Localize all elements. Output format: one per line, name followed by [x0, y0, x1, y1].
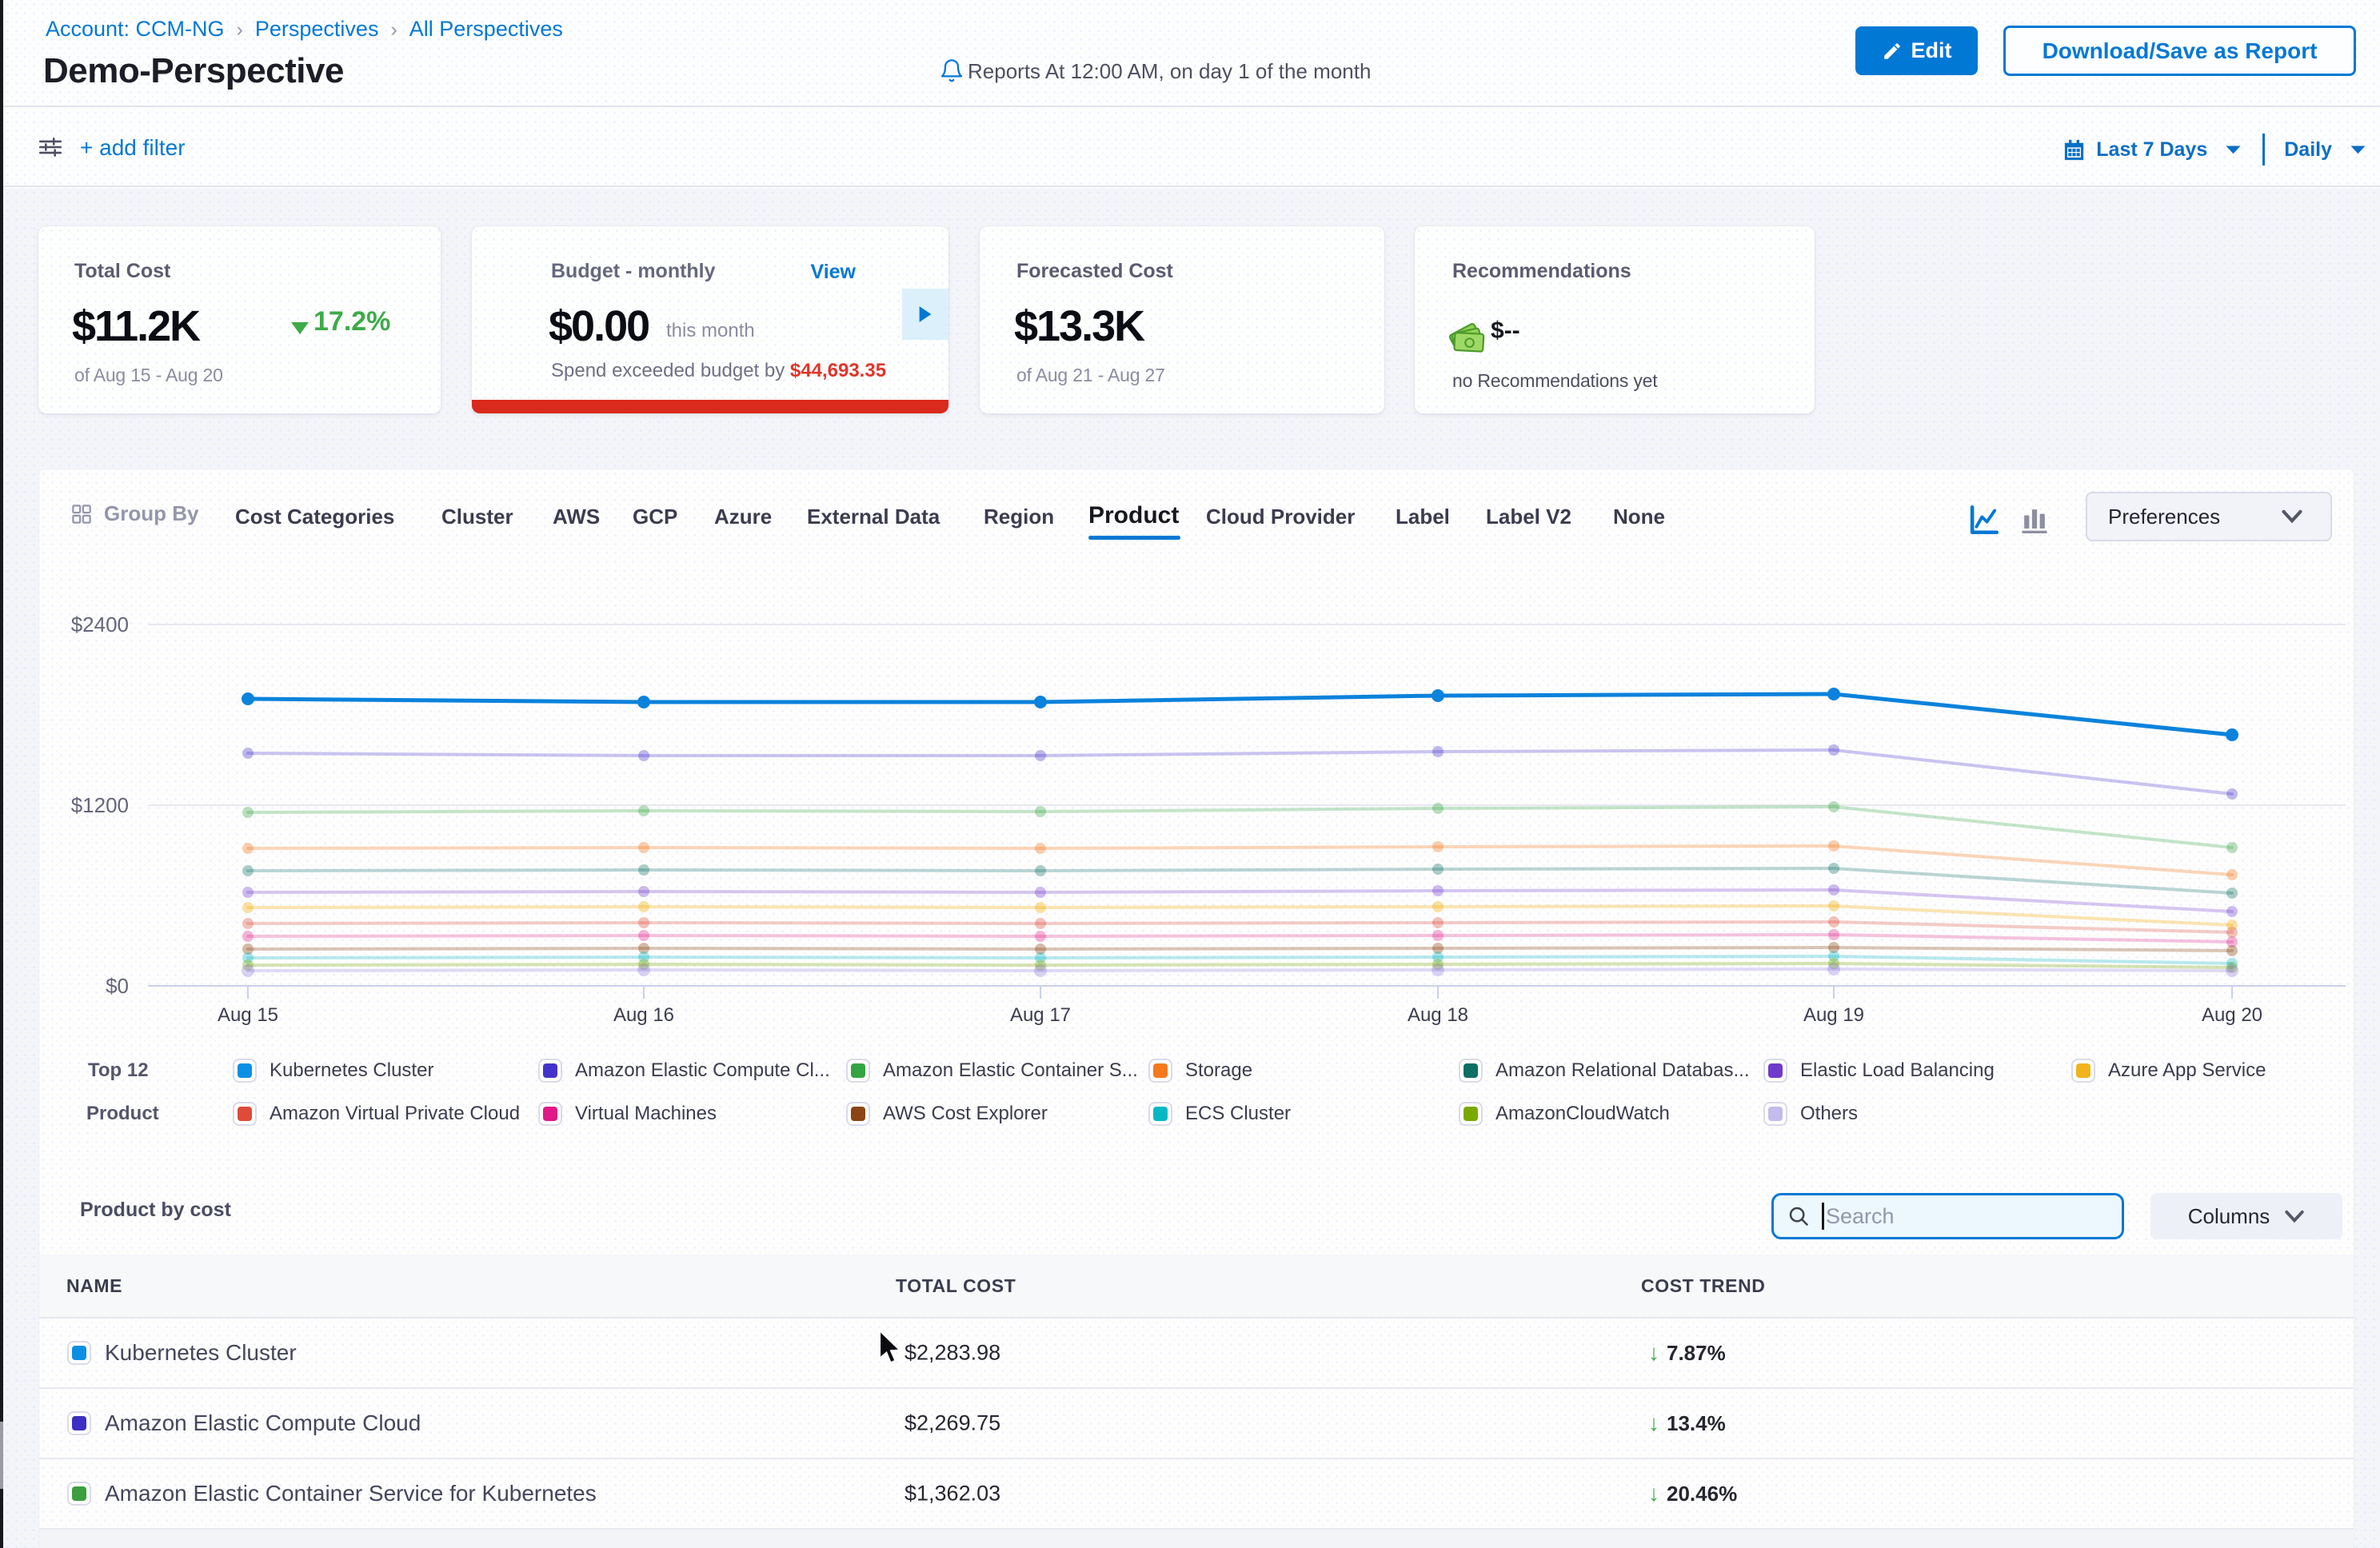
- svg-text:Aug 18: Aug 18: [1408, 1004, 1468, 1026]
- svg-text:Aug 15: Aug 15: [218, 1004, 278, 1026]
- svg-text:Aug 20: Aug 20: [2202, 1004, 2262, 1026]
- svg-text:$1200: $1200: [71, 793, 129, 817]
- svg-text:Aug 19: Aug 19: [1803, 1004, 1864, 1026]
- svg-text:$0: $0: [106, 974, 129, 998]
- svg-text:Aug 16: Aug 16: [613, 1004, 674, 1026]
- svg-text:Aug 17: Aug 17: [1010, 1004, 1071, 1026]
- svg-text:$2400: $2400: [71, 612, 129, 636]
